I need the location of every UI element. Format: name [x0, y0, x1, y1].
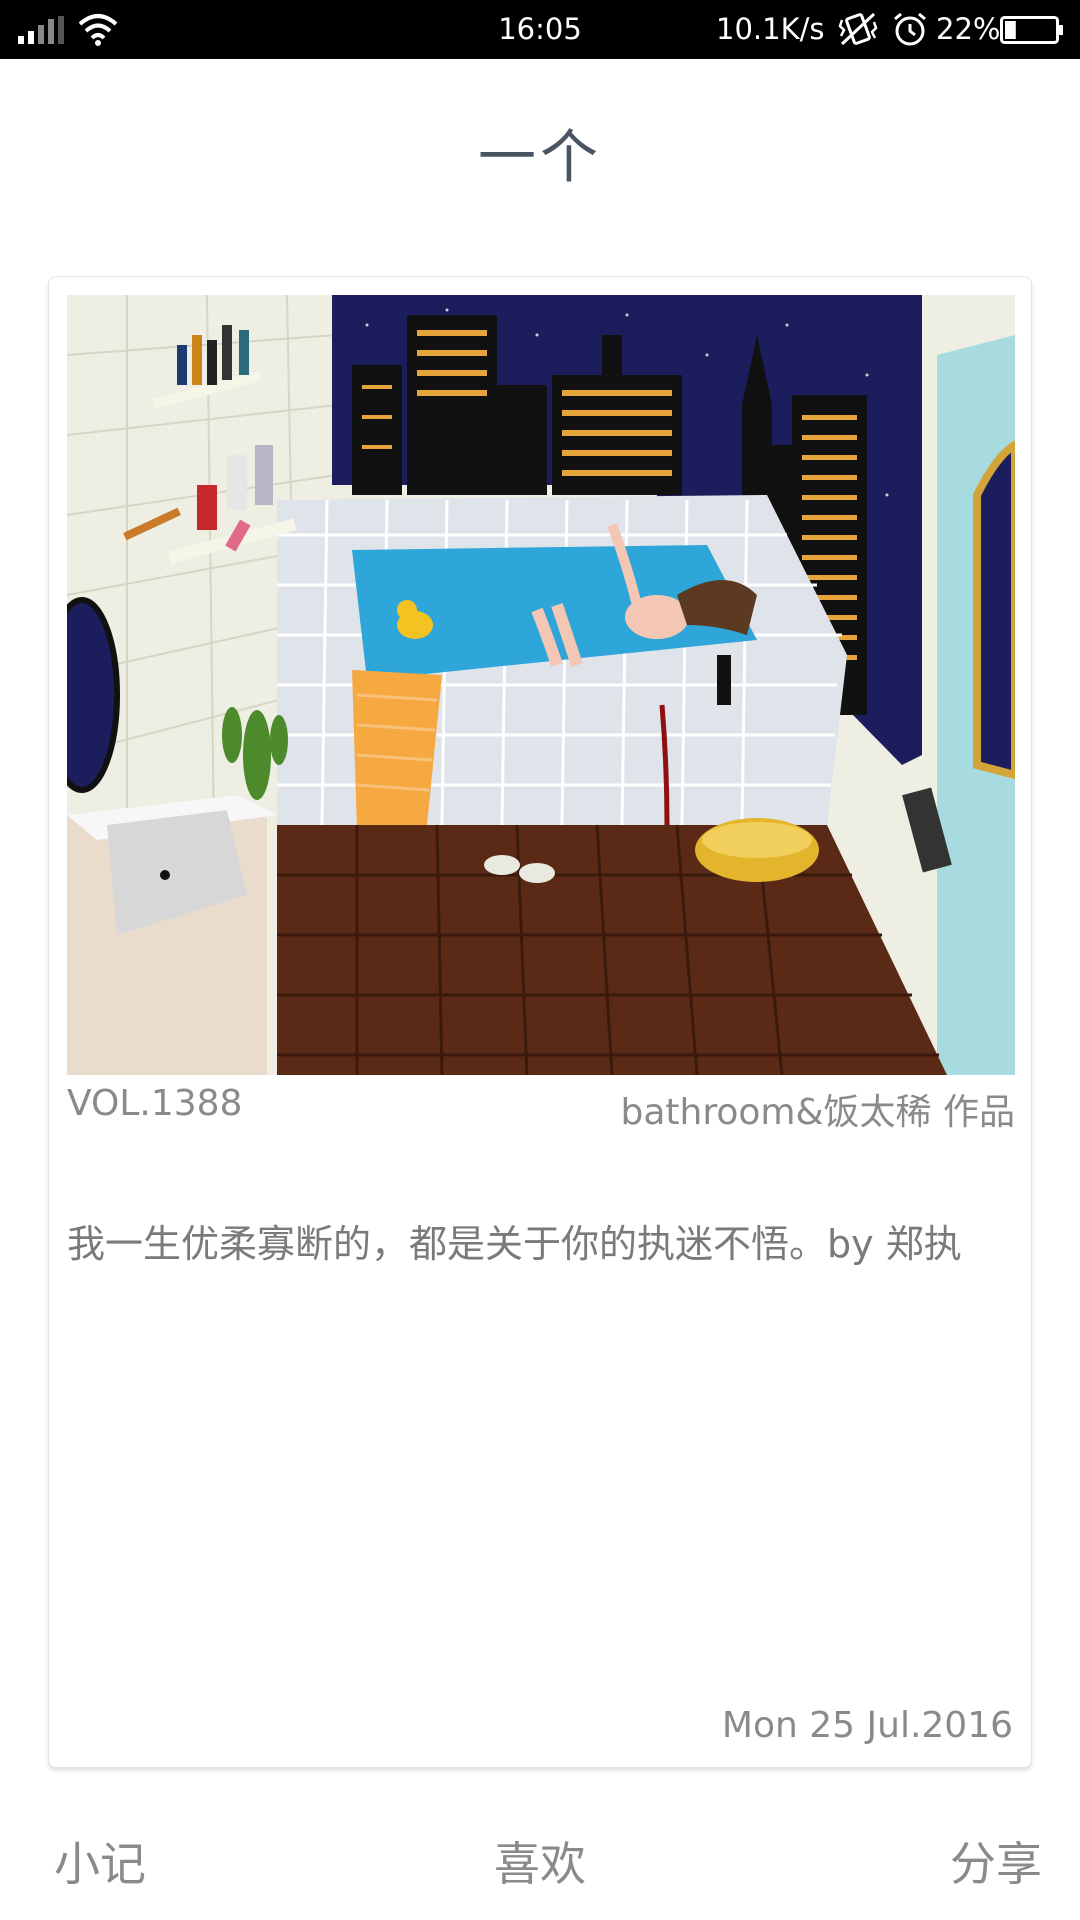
volume-number: VOL.1388	[67, 1083, 243, 1124]
alarm-icon	[894, 12, 926, 46]
bathroom-illustration[interactable]	[67, 295, 1015, 1075]
share-button[interactable]: 分享	[950, 1828, 1042, 1894]
like-button[interactable]: 喜欢	[0, 1828, 1080, 1894]
illustration-image	[67, 295, 1015, 1075]
vibrate-off-icon	[838, 12, 878, 46]
artist-credit: bathroom&饭太稀 作品	[620, 1092, 1016, 1133]
status-bar: 16:05 10.1K/s 22%	[0, 0, 1080, 59]
bottom-action-bar: 小记 喜欢 分享	[0, 1820, 1080, 1900]
network-speed: 10.1K/s	[716, 12, 825, 46]
meta-row: VOL.1388 bathroom&饭太稀 作品	[67, 1077, 1015, 1133]
app-title: 一个	[477, 123, 602, 191]
daily-quote: 我一生优柔寡断的，都是关于你的执迷不悟。by 郑执	[67, 1222, 962, 1266]
content-card[interactable]: VOL.1388 bathroom&饭太稀 作品 我一生优柔寡断的，都是关于你的…	[48, 276, 1032, 1768]
publish-date: Mon 25 Jul.2016	[721, 1705, 1013, 1746]
battery-percent: 22%	[936, 12, 1001, 46]
battery-icon	[1000, 16, 1063, 44]
